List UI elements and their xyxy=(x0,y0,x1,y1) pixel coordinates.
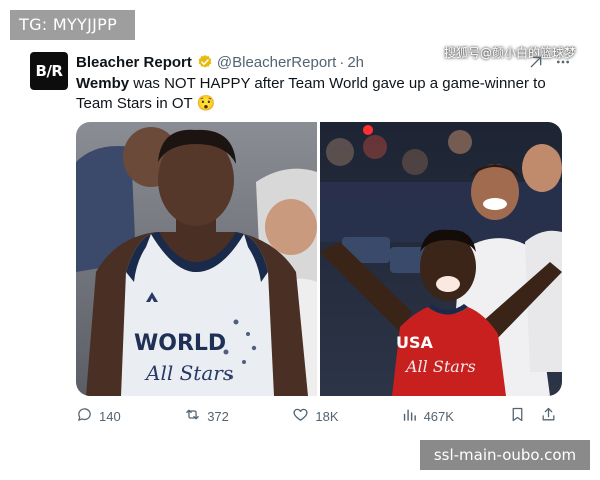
bookmark-action[interactable] xyxy=(509,406,533,426)
tweet-media[interactable]: WORLD All Stars USA All Stars xyxy=(76,122,562,396)
more-options-icon[interactable] xyxy=(554,54,572,75)
jersey-left-script: All Stars xyxy=(144,361,233,385)
views-action[interactable]: 467K xyxy=(401,406,509,426)
jersey-left-text: WORLD xyxy=(134,331,226,356)
emoji-astonished: 😯 xyxy=(196,95,216,112)
reply-icon[interactable] xyxy=(76,406,93,426)
views-count: 467K xyxy=(423,408,454,424)
bookmark-icon[interactable] xyxy=(509,406,526,426)
heart-icon[interactable] xyxy=(292,406,309,426)
jersey-right-text: USA xyxy=(396,333,434,352)
timestamp[interactable]: 2h xyxy=(347,54,364,71)
share-icon[interactable] xyxy=(540,406,557,426)
views-chart-icon[interactable] xyxy=(401,406,418,426)
tweet-top-controls xyxy=(528,54,572,75)
like-action[interactable]: 18K xyxy=(292,406,400,426)
retweet-icon[interactable] xyxy=(184,406,201,426)
tweet-text: Wemby was NOT HAPPY after Team World gav… xyxy=(76,74,576,114)
media-photo-right[interactable]: USA All Stars xyxy=(320,122,562,396)
grok-icon[interactable] xyxy=(528,54,544,75)
watermark-top-left: TG: MYYJJPP xyxy=(10,10,135,40)
retweet-action[interactable]: 372 xyxy=(184,406,292,426)
tweet-text-body: was NOT HAPPY after Team World gave up a… xyxy=(76,75,546,112)
avatar[interactable]: B/R xyxy=(30,52,68,90)
separator-dot: · xyxy=(339,53,345,71)
retweet-count: 372 xyxy=(207,408,229,424)
watermark-bottom-right: ssl-main-oubo.com xyxy=(420,440,590,470)
author-name[interactable]: Bleacher Report xyxy=(76,54,192,71)
tweet-card[interactable]: B/R Bleacher Report @BleacherReport · 2h… xyxy=(16,40,582,440)
author-handle[interactable]: @BleacherReport xyxy=(217,54,336,71)
reply-count: 140 xyxy=(99,408,121,424)
tweet-text-bold: Wemby xyxy=(76,75,130,92)
share-action[interactable] xyxy=(540,406,562,426)
tweet-actions: 140 372 18K 467K xyxy=(76,406,562,426)
jersey-right-script: All Stars xyxy=(404,357,476,376)
tweet-header: Bleacher Report @BleacherReport · 2h xyxy=(76,52,364,72)
like-count: 18K xyxy=(315,408,339,424)
reply-action[interactable]: 140 xyxy=(76,406,184,426)
verified-badge-icon xyxy=(197,54,213,70)
media-photo-left[interactable]: WORLD All Stars xyxy=(76,122,317,396)
